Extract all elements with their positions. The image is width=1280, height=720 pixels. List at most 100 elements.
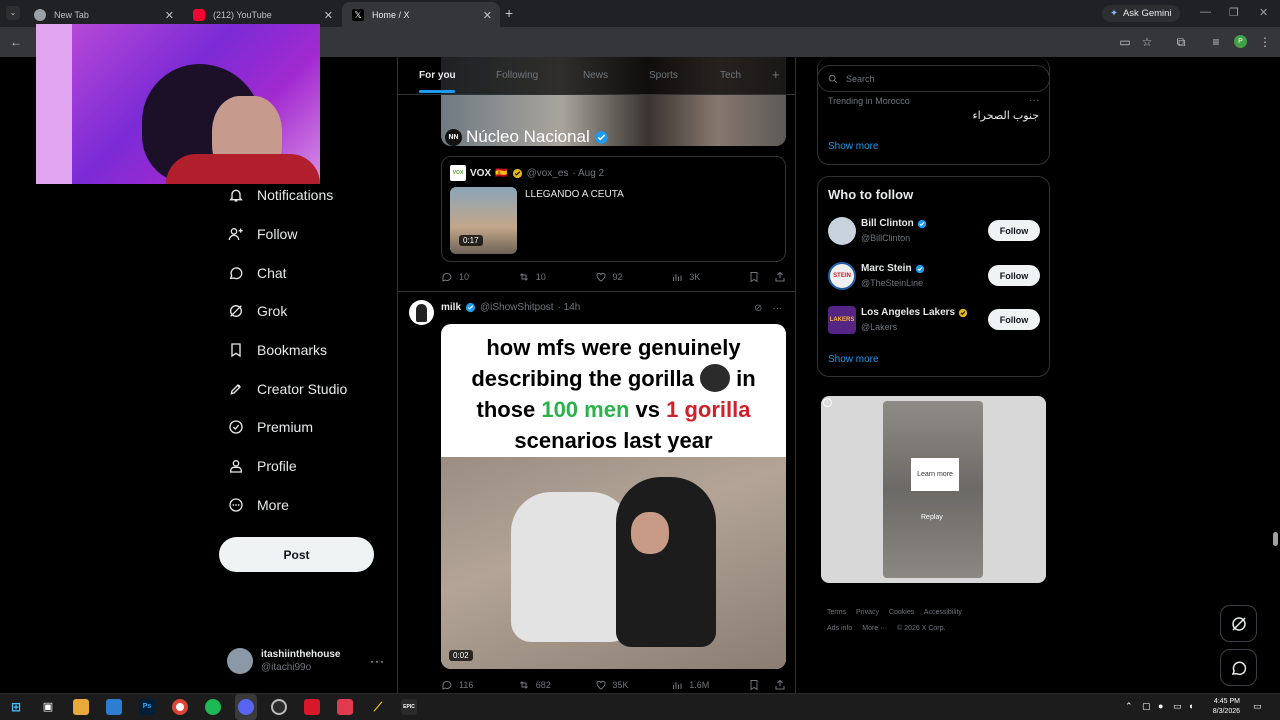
quoted-post[interactable]: VOX VOX 🇪🇸 @vox_es · Aug 2 0:17 LLEGANDO…	[441, 156, 786, 262]
chrome-icon[interactable]	[172, 699, 188, 715]
nav-item-bookmarks[interactable]: Bookmarks	[228, 339, 327, 361]
scrollbar-thumb[interactable]	[1273, 532, 1278, 546]
follow-suggestion[interactable]: LAKERS Los Angeles Lakers @Lakers Follow	[828, 305, 1040, 335]
cast-icon[interactable]: ▭	[1117, 34, 1133, 50]
grok-fab-button[interactable]	[1220, 605, 1257, 642]
epic-games-icon[interactable]: EPIC	[401, 699, 417, 715]
minimize-icon[interactable]: —	[1200, 6, 1211, 18]
account-switcher[interactable]: itashiinthehouse @itachi99o	[227, 648, 340, 674]
views-button[interactable]: 1.6M	[671, 679, 748, 691]
nav-item-chat[interactable]: Chat	[228, 262, 287, 284]
replay-button[interactable]: Replay	[921, 514, 943, 521]
reading-list-icon[interactable]: ≡	[1208, 34, 1224, 50]
reply-button[interactable]: 10	[441, 271, 518, 283]
ad-video[interactable]: i Learn more Replay	[821, 396, 1046, 583]
network-icon[interactable]: ▭	[1173, 701, 1182, 712]
more-options-icon[interactable]: ···	[772, 303, 782, 314]
follow-button[interactable]: Follow	[988, 220, 1040, 241]
volume-icon[interactable]: ◖	[1188, 701, 1193, 711]
trend-item[interactable]: جنوب الصحراء	[972, 109, 1039, 122]
extensions-icon[interactable]: ⧉	[1173, 34, 1189, 50]
post-author[interactable]: milk	[441, 302, 461, 313]
follow-button[interactable]: Follow	[988, 309, 1040, 330]
follow-button[interactable]: Follow	[988, 265, 1040, 286]
nav-item-follow[interactable]: Follow	[228, 223, 297, 245]
back-arrow-icon[interactable]: ←	[8, 34, 24, 50]
ad-info-icon[interactable]: i	[823, 398, 832, 407]
like-button[interactable]: 92	[595, 271, 672, 283]
star-icon[interactable]: ☆	[1139, 34, 1155, 50]
nav-item-profile[interactable]: Profile	[228, 455, 297, 477]
reply-button[interactable]: 116	[441, 679, 518, 691]
task-view-icon[interactable]: ▣	[40, 699, 56, 715]
system-clock[interactable]: 4:45 PM 8/3/2026	[1202, 697, 1240, 717]
obs-icon[interactable]	[271, 699, 287, 715]
notification-center-icon[interactable]: ▭	[1253, 701, 1262, 712]
views-button[interactable]: 3K	[671, 271, 748, 283]
tray-app-icon[interactable]: ▢	[1142, 701, 1151, 712]
repost-button[interactable]: 10	[518, 271, 595, 283]
microphone-icon[interactable]: ●	[1158, 701, 1163, 711]
repost-button[interactable]: 682	[518, 679, 595, 691]
post-time[interactable]: · 14h	[558, 302, 581, 313]
windows-start-icon[interactable]: ⊞	[8, 699, 24, 715]
nav-item-more[interactable]: More	[228, 494, 289, 516]
learn-more-button[interactable]: Learn more	[911, 458, 959, 491]
photoshop-icon[interactable]: Ps	[139, 699, 155, 715]
nav-item-creator-studio[interactable]: Creator Studio	[228, 378, 347, 400]
who-to-follow-show-more[interactable]: Show more	[828, 354, 879, 365]
avatar[interactable]	[409, 300, 434, 325]
quoted-video-thumbnail[interactable]: 0:17	[450, 187, 517, 254]
footer-link-more[interactable]: More ···	[862, 625, 887, 632]
microsoft-store-icon[interactable]	[106, 699, 122, 715]
new-tab-button[interactable]: +	[505, 5, 513, 21]
tab-for-you[interactable]: For you	[419, 70, 456, 81]
nav-item-premium[interactable]: Premium	[228, 416, 313, 438]
follow-suggestion[interactable]: STEIN Marc Stein @TheSteinLine Follow	[828, 261, 1040, 291]
footer-link-privacy[interactable]: Privacy	[856, 609, 879, 616]
footer-link-ads-info[interactable]: Ads info	[827, 625, 852, 632]
share-icon[interactable]	[774, 679, 786, 691]
tray-chevron-icon[interactable]: ⌃	[1125, 701, 1133, 712]
post-media-video[interactable]: how mfs were genuinely describing the go…	[441, 324, 786, 669]
spotify-icon[interactable]	[205, 699, 221, 715]
nav-item-grok[interactable]: Grok	[228, 300, 287, 322]
trends-show-more[interactable]: Show more	[828, 141, 879, 152]
app-pink-icon[interactable]	[337, 699, 353, 715]
app-yellow-icon[interactable]: ⟋	[370, 699, 386, 715]
bookmark-icon[interactable]	[748, 679, 760, 691]
close-tab-icon[interactable]: ✕	[165, 9, 174, 22]
file-explorer-icon[interactable]	[73, 699, 89, 715]
page-scrollbar[interactable]	[1271, 57, 1280, 693]
tab-following[interactable]: Following	[496, 70, 538, 81]
account-more-icon[interactable]: ···	[370, 654, 385, 668]
ask-gemini-button[interactable]: ✦ Ask Gemini	[1102, 5, 1180, 22]
close-tab-icon[interactable]: ✕	[324, 9, 333, 22]
restore-icon[interactable]: ❐	[1229, 6, 1239, 19]
profile-avatar[interactable]: P	[1234, 35, 1247, 48]
close-tab-icon[interactable]: ✕	[483, 9, 492, 22]
tab-sports[interactable]: Sports	[649, 70, 678, 81]
share-icon[interactable]	[774, 271, 786, 283]
tab-tech[interactable]: Tech	[720, 70, 741, 81]
discord-icon[interactable]	[238, 699, 254, 715]
browser-tab-x-home[interactable]: 𝕏 Home / X ✕	[342, 2, 500, 27]
bookmark-icon[interactable]	[748, 271, 760, 283]
tab-news[interactable]: News	[583, 70, 608, 81]
close-window-icon[interactable]: ✕	[1259, 6, 1268, 19]
follow-suggestion[interactable]: Bill Clinton @BillClinton Follow	[828, 216, 1040, 246]
post-handle[interactable]: @iShowShitpost	[480, 302, 554, 313]
search-input[interactable]: Search	[817, 65, 1050, 92]
grok-icon[interactable]: ⊘	[754, 303, 762, 314]
footer-link-cookies[interactable]: Cookies	[889, 609, 914, 616]
nav-item-notifications[interactable]: Notifications	[228, 184, 333, 206]
post-button[interactable]: Post	[219, 537, 374, 572]
messages-fab-button[interactable]	[1220, 649, 1257, 686]
trend-more-icon[interactable]: ···	[1029, 95, 1039, 106]
like-button[interactable]: 35K	[595, 679, 672, 691]
add-tab-plus-icon[interactable]: +	[772, 67, 780, 82]
footer-link-accessibility[interactable]: Accessibility	[924, 609, 962, 616]
footer-link-terms[interactable]: Terms	[827, 609, 846, 616]
app-red-icon[interactable]	[304, 699, 320, 715]
kebab-menu-icon[interactable]: ⋮	[1257, 34, 1273, 50]
